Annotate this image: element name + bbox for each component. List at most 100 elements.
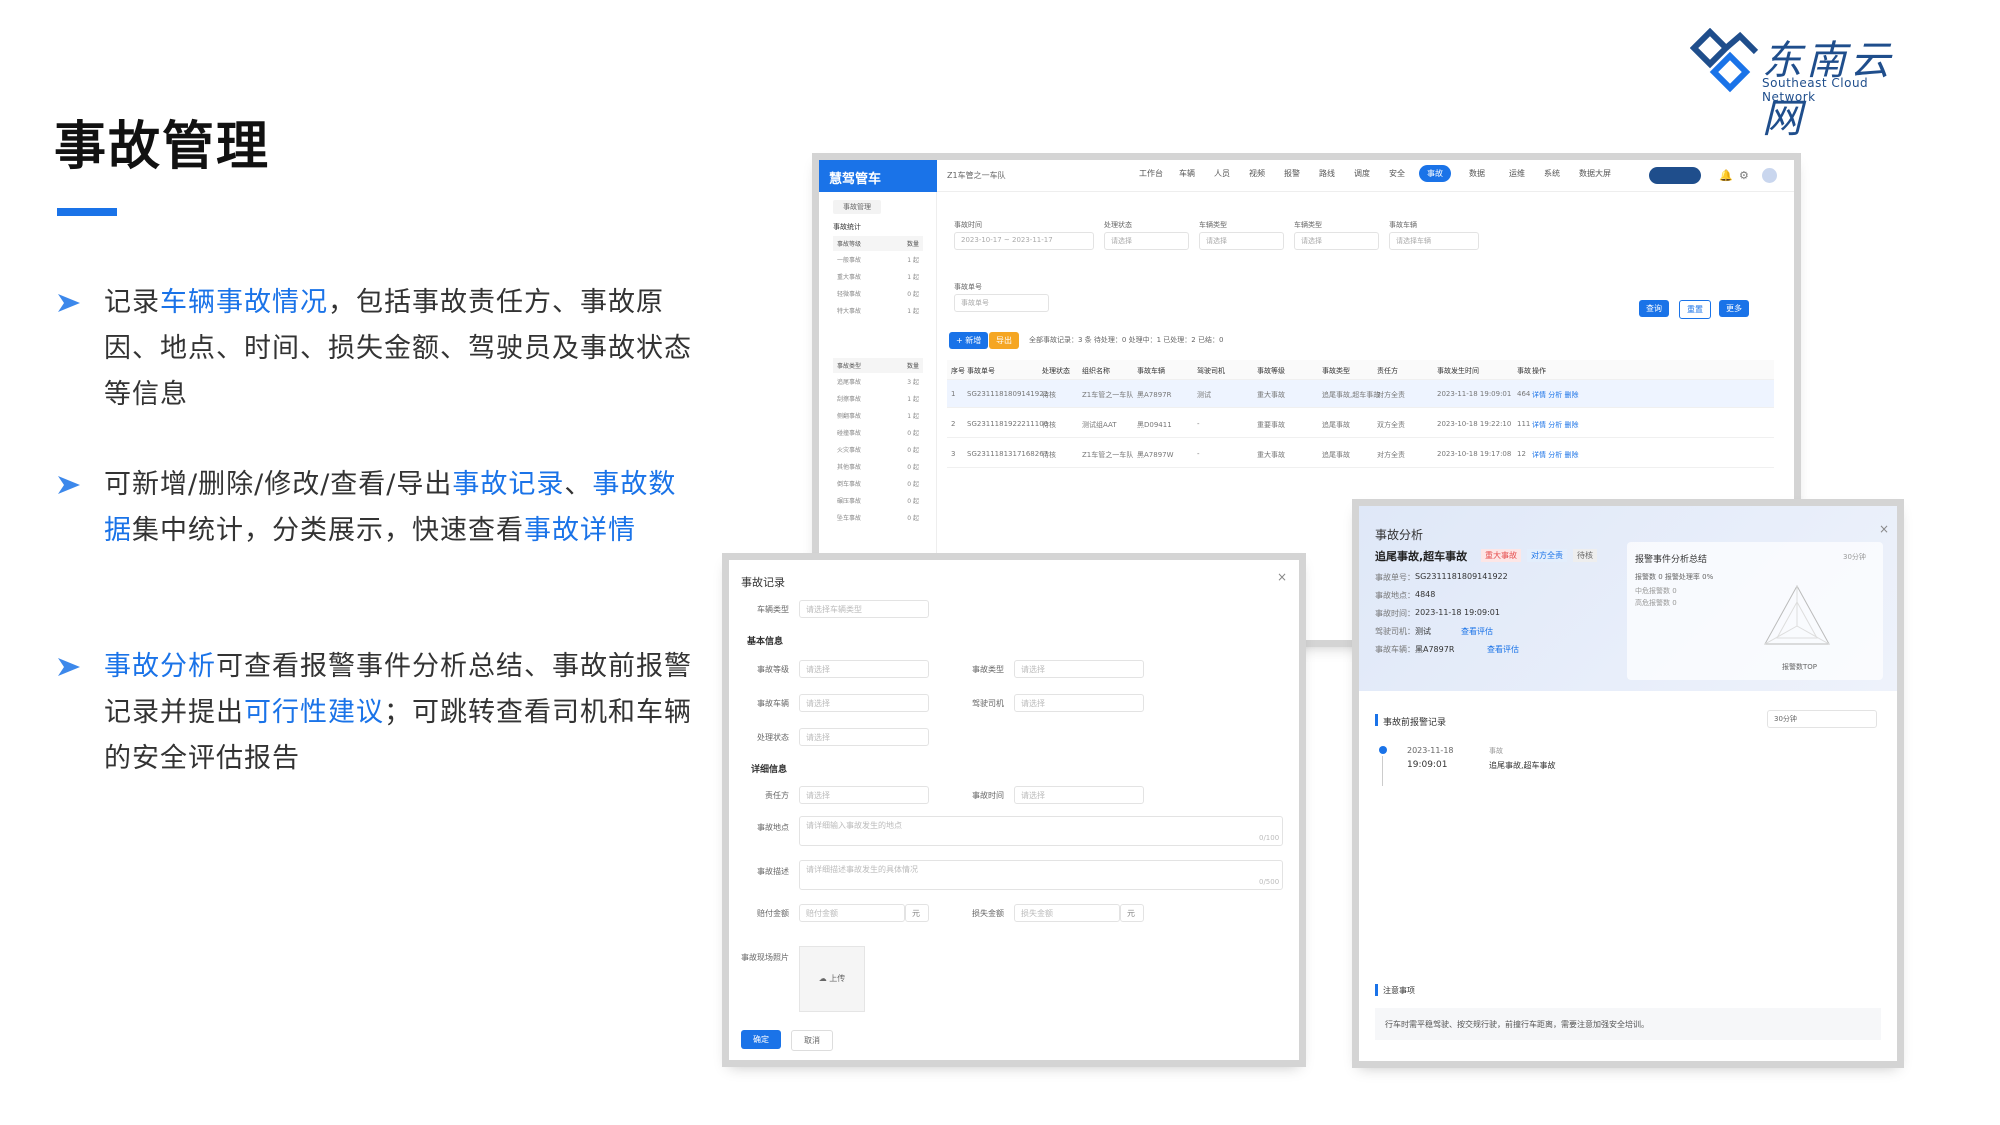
table-row[interactable]: 1 SG2311181809141922 待核 Z1车管之一车队 黑A7897R 测试 重大… xyxy=(947,380,1774,408)
nav-item[interactable]: 工作台 xyxy=(1139,168,1163,179)
table-cell[interactable]: 详情 分析 删除 xyxy=(1532,450,1578,460)
place-input[interactable]: 请详细输入事故发生的地点 xyxy=(799,816,1283,846)
table-cell[interactable]: 详情 分析 删除 xyxy=(1532,390,1578,400)
filter-select[interactable]: 请选择车辆 xyxy=(1389,232,1479,250)
nav-item[interactable]: 系统 xyxy=(1544,168,1560,179)
big-screen-button[interactable] xyxy=(1649,167,1701,184)
car-eval-link[interactable]: 查看评估 xyxy=(1487,644,1519,655)
comp-label: 赔付金额 xyxy=(757,909,789,918)
filter-label: 事故车辆 xyxy=(1389,221,1417,229)
nav-item-active[interactable]: 事故 xyxy=(1419,165,1451,182)
stats-row-label: 追尾事故 xyxy=(837,379,862,386)
field-select[interactable]: 请选择 xyxy=(1014,694,1144,712)
prealarm-range-select[interactable]: 30分钟 xyxy=(1767,710,1877,728)
tag-responsibility: 对方全责 xyxy=(1527,549,1567,562)
close-icon[interactable]: × xyxy=(1879,522,1889,536)
tag-status: 待核 xyxy=(1573,549,1597,562)
upload-button[interactable]: ☁ 上传 xyxy=(799,946,865,1012)
avatar[interactable] xyxy=(1762,168,1777,183)
nav-item[interactable]: 人员 xyxy=(1214,168,1230,179)
bell-icon[interactable]: 🔔 xyxy=(1719,169,1733,182)
cancel-button[interactable]: 取消 xyxy=(791,1030,833,1051)
filter-select[interactable]: 请选择 xyxy=(1199,232,1284,250)
info-value: 2023-11-18 19:09:01 xyxy=(1415,608,1500,617)
bullet-text-1: 记录车辆事故情况，包括事故责任方、事故原因、地点、时间、损失金额、驾驶员及事故状… xyxy=(104,280,694,418)
section-marker xyxy=(1375,984,1378,996)
desc-count: 0/500 xyxy=(1259,878,1280,886)
summary-line: 中危报警数 0 xyxy=(1635,587,1677,595)
nav-item[interactable]: 安全 xyxy=(1389,168,1405,179)
stats-row-count: 0 起 xyxy=(907,464,919,471)
loss-input[interactable]: 损失金额 xyxy=(1014,904,1120,922)
add-button[interactable]: + 新增 xyxy=(949,332,989,349)
field-select[interactable]: 请选择 xyxy=(799,728,929,746)
desc-input[interactable]: 请详细描述事故发生的具体情况 xyxy=(799,860,1283,890)
loss-label: 损失金额 xyxy=(972,909,1004,918)
search-input[interactable]: 事故单号 xyxy=(954,294,1049,312)
more-button[interactable]: 更多 xyxy=(1719,300,1749,317)
bullet-text-part: 、 xyxy=(564,469,593,500)
nav-item[interactable]: 数据大屏 xyxy=(1579,168,1611,179)
nav-item[interactable]: 路线 xyxy=(1319,168,1335,179)
field-select[interactable]: 请选择 xyxy=(799,694,929,712)
table-cell: 111 xyxy=(1517,420,1531,428)
stats-row-count: 1 起 xyxy=(907,274,919,281)
info-value: 测试 xyxy=(1415,627,1431,636)
nav-item[interactable]: 视频 xyxy=(1249,168,1265,179)
table-cell: 2023-10-18 19:17:08 xyxy=(1437,450,1512,458)
gear-icon[interactable]: ⚙ xyxy=(1739,169,1749,182)
stats-row: 轻微事故 0 起 xyxy=(833,285,923,302)
stats-row-label: 倒车事故 xyxy=(837,481,862,488)
accident-headline: 追尾事故,超车事故 xyxy=(1375,550,1468,563)
tab-accident[interactable]: 事故管理 xyxy=(833,200,881,214)
stats-title: 事故统计 xyxy=(833,223,861,231)
company-logo: 东南云网 Southeast Cloud Network xyxy=(1690,28,1920,142)
field-select[interactable]: 请选择 xyxy=(1014,786,1144,804)
nav-item[interactable]: 数据 xyxy=(1469,168,1485,179)
field-select[interactable]: 请选择 xyxy=(799,660,929,678)
field-label: 处理状态 xyxy=(757,733,789,742)
bullet-2: 可新增/删除/修改/查看/导出事故记录、事故数据集中统计，分类展示，快速查看事故… xyxy=(56,462,675,602)
nav-item[interactable]: 调度 xyxy=(1354,168,1370,179)
field-select[interactable]: 请选择 xyxy=(1014,660,1144,678)
export-button[interactable]: 导出 xyxy=(989,332,1019,349)
comp-input[interactable]: 赔付金额 xyxy=(799,904,905,922)
filter-select[interactable]: 2023-10-17 ~ 2023-11-17 xyxy=(954,232,1094,250)
car-type-select[interactable]: 请选择车辆类型 xyxy=(799,600,929,618)
nav-item[interactable]: 报警 xyxy=(1284,168,1300,179)
table-cell[interactable]: 详情 分析 删除 xyxy=(1532,420,1578,430)
info-value: 黑A7897R xyxy=(1415,645,1455,654)
field-select[interactable]: 请选择 xyxy=(799,786,929,804)
stats-header: 事故类型 数量 xyxy=(833,358,923,373)
table-row[interactable]: 3 SG2311181317168267 待核 Z1车管之一车队 黑A7897W - 重大事… xyxy=(947,440,1774,468)
filter-select[interactable]: 请选择 xyxy=(1294,232,1379,250)
table-row[interactable]: 2 SG2311181922211100 待核 测试组AAT 黑D09411 - 重要事故 追… xyxy=(947,410,1774,438)
bullet-3: 事故分析可查看报警事件分析总结、事故前报警记录并提出可行性建议；可跳转查看司机和… xyxy=(56,644,691,784)
info-key: 事故地点： xyxy=(1375,591,1415,600)
table-cell: 黑D09411 xyxy=(1137,421,1172,429)
highlight-text: 车辆事故情况 xyxy=(160,287,328,318)
timeline-dot xyxy=(1379,746,1387,754)
notes-title: 注意事项 xyxy=(1383,986,1415,995)
cloud-upload-icon: ☁ xyxy=(818,974,827,983)
field-label: 驾驶司机 xyxy=(972,699,1004,708)
table-cell: 重要事故 xyxy=(1257,421,1285,429)
company-name: Z1车管之一车队 xyxy=(947,171,1006,180)
close-icon[interactable]: × xyxy=(1277,570,1287,584)
app-header: 慧驾管车 Z1车管之一车队 工作台 车辆 人员 视频 报警 路线 调度 安全 事… xyxy=(819,160,1794,192)
stats-row: 重大事故 1 起 xyxy=(833,268,923,285)
table-cell: SG2311181317168267 xyxy=(967,450,1049,458)
stats-row-label: 轻微事故 xyxy=(837,291,862,298)
field-label: 事故类型 xyxy=(972,665,1004,674)
info-key: 事故车辆： xyxy=(1375,645,1415,654)
confirm-button[interactable]: 确定 xyxy=(741,1030,781,1049)
driver-eval-link[interactable]: 查看评估 xyxy=(1461,626,1493,637)
nav-item[interactable]: 运维 xyxy=(1509,168,1525,179)
search-button[interactable]: 查询 xyxy=(1639,300,1669,317)
filter-select[interactable]: 请选择 xyxy=(1104,232,1189,250)
table-cell: 464 xyxy=(1517,390,1531,398)
title-underline xyxy=(57,208,117,216)
reset-button[interactable]: 重置 xyxy=(1679,300,1711,319)
field-label: 事故等级 xyxy=(757,665,789,674)
nav-item[interactable]: 车辆 xyxy=(1179,168,1195,179)
